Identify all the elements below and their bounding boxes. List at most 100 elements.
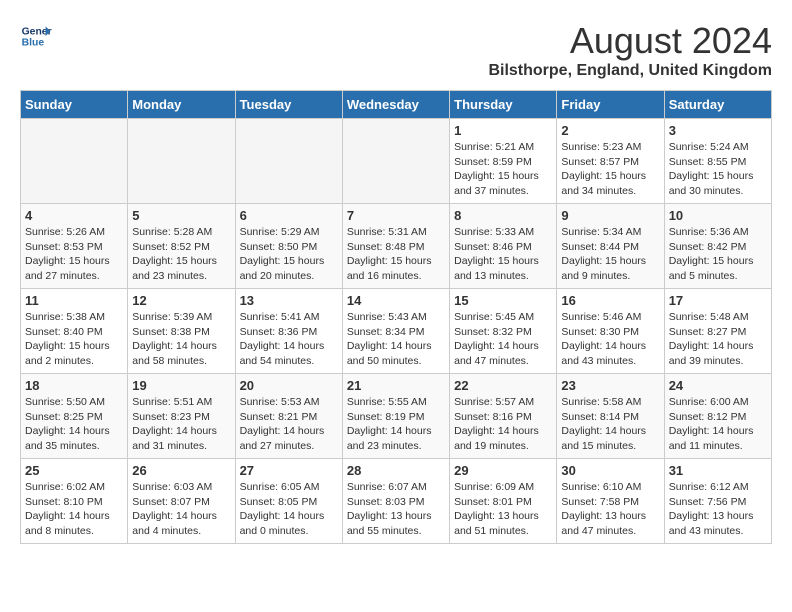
calendar-cell: 24 Sunrise: 6:00 AM Sunset: 8:12 PM Dayli… — [664, 374, 771, 459]
day-number: 14 — [347, 293, 445, 308]
calendar-cell: 10Sunrise: 5:36 AM Sunset: 8:42 PM Dayli… — [664, 204, 771, 289]
day-info: Sunrise: 6:12 AM Sunset: 7:56 PM Dayligh… — [669, 480, 767, 539]
calendar-week-row: 18Sunrise: 5:50 AM Sunset: 8:25 PM Dayli… — [21, 374, 772, 459]
calendar-cell: 25Sunrise: 6:02 AM Sunset: 8:10 PM Dayli… — [21, 459, 128, 544]
calendar-cell: 18Sunrise: 5:50 AM Sunset: 8:25 PM Dayli… — [21, 374, 128, 459]
day-number: 25 — [25, 463, 123, 478]
calendar-cell: 19Sunrise: 5:51 AM Sunset: 8:23 PM Dayli… — [128, 374, 235, 459]
month-title: August 2024 — [488, 20, 772, 62]
day-info: Sunrise: 5:31 AM Sunset: 8:48 PM Dayligh… — [347, 225, 445, 284]
day-number: 17 — [669, 293, 767, 308]
day-info: Sunrise: 6:05 AM Sunset: 8:05 PM Dayligh… — [240, 480, 338, 539]
weekday-header: Thursday — [450, 91, 557, 119]
calendar-cell: 2 Sunrise: 5:23 AM Sunset: 8:57 PM Daylig… — [557, 119, 664, 204]
calendar-week-row: 1 Sunrise: 5:21 AM Sunset: 8:59 PM Daylig… — [21, 119, 772, 204]
day-number: 2 — [561, 123, 659, 138]
day-info: Sunrise: 5:58 AM Sunset: 8:14 PM Dayligh… — [561, 395, 659, 454]
calendar-cell: 23 Sunrise: 5:58 AM Sunset: 8:14 PM Dayli… — [557, 374, 664, 459]
calendar-cell — [128, 119, 235, 204]
calendar-cell: 17 Sunrise: 5:48 AM Sunset: 8:27 PM Dayli… — [664, 289, 771, 374]
calendar-cell: 8Sunrise: 5:33 AM Sunset: 8:46 PM Daylig… — [450, 204, 557, 289]
page-header: General Blue August 2024 Bilsthorpe, Eng… — [20, 20, 772, 80]
day-info: Sunrise: 5:57 AM Sunset: 8:16 PM Dayligh… — [454, 395, 552, 454]
day-number: 31 — [669, 463, 767, 478]
day-number: 27 — [240, 463, 338, 478]
day-number: 13 — [240, 293, 338, 308]
calendar-cell: 4 Sunrise: 5:26 AM Sunset: 8:53 PM Daylig… — [21, 204, 128, 289]
day-number: 5 — [132, 208, 230, 223]
logo-icon: General Blue — [20, 20, 52, 52]
calendar-cell: 26Sunrise: 6:03 AM Sunset: 8:07 PM Dayli… — [128, 459, 235, 544]
weekday-header: Saturday — [664, 91, 771, 119]
day-number: 28 — [347, 463, 445, 478]
location: Bilsthorpe, England, United Kingdom — [488, 62, 772, 80]
weekday-header: Tuesday — [235, 91, 342, 119]
calendar-cell: 20Sunrise: 5:53 AM Sunset: 8:21 PM Dayli… — [235, 374, 342, 459]
day-info: Sunrise: 5:21 AM Sunset: 8:59 PM Dayligh… — [454, 140, 552, 199]
day-number: 1 — [454, 123, 552, 138]
calendar-cell — [235, 119, 342, 204]
day-info: Sunrise: 5:43 AM Sunset: 8:34 PM Dayligh… — [347, 310, 445, 369]
calendar-cell: 31 Sunrise: 6:12 AM Sunset: 7:56 PM Dayli… — [664, 459, 771, 544]
calendar-cell: 1 Sunrise: 5:21 AM Sunset: 8:59 PM Daylig… — [450, 119, 557, 204]
day-info: Sunrise: 5:38 AM Sunset: 8:40 PM Dayligh… — [25, 310, 123, 369]
day-info: Sunrise: 5:28 AM Sunset: 8:52 PM Dayligh… — [132, 225, 230, 284]
day-info: Sunrise: 5:55 AM Sunset: 8:19 PM Dayligh… — [347, 395, 445, 454]
calendar-cell: 5 Sunrise: 5:28 AM Sunset: 8:52 PM Daylig… — [128, 204, 235, 289]
day-number: 7 — [347, 208, 445, 223]
day-number: 11 — [25, 293, 123, 308]
day-number: 3 — [669, 123, 767, 138]
day-number: 4 — [25, 208, 123, 223]
day-info: Sunrise: 5:50 AM Sunset: 8:25 PM Dayligh… — [25, 395, 123, 454]
calendar-cell: 7 Sunrise: 5:31 AM Sunset: 8:48 PM Daylig… — [342, 204, 449, 289]
calendar-week-row: 4 Sunrise: 5:26 AM Sunset: 8:53 PM Daylig… — [21, 204, 772, 289]
calendar-cell: 29 Sunrise: 6:09 AM Sunset: 8:01 PM Dayli… — [450, 459, 557, 544]
calendar-cell: 13 Sunrise: 5:41 AM Sunset: 8:36 PM Dayli… — [235, 289, 342, 374]
day-info: Sunrise: 5:45 AM Sunset: 8:32 PM Dayligh… — [454, 310, 552, 369]
day-number: 15 — [454, 293, 552, 308]
calendar-cell: 22Sunrise: 5:57 AM Sunset: 8:16 PM Dayli… — [450, 374, 557, 459]
day-number: 6 — [240, 208, 338, 223]
day-number: 23 — [561, 378, 659, 393]
day-info: Sunrise: 5:24 AM Sunset: 8:55 PM Dayligh… — [669, 140, 767, 199]
day-info: Sunrise: 5:48 AM Sunset: 8:27 PM Dayligh… — [669, 310, 767, 369]
day-info: Sunrise: 6:10 AM Sunset: 7:58 PM Dayligh… — [561, 480, 659, 539]
calendar-cell: 3 Sunrise: 5:24 AM Sunset: 8:55 PM Daylig… — [664, 119, 771, 204]
weekday-header: Monday — [128, 91, 235, 119]
day-number: 16 — [561, 293, 659, 308]
day-info: Sunrise: 5:34 AM Sunset: 8:44 PM Dayligh… — [561, 225, 659, 284]
day-info: Sunrise: 5:36 AM Sunset: 8:42 PM Dayligh… — [669, 225, 767, 284]
calendar-cell — [21, 119, 128, 204]
calendar-cell: 12Sunrise: 5:39 AM Sunset: 8:38 PM Dayli… — [128, 289, 235, 374]
calendar-cell: 15 Sunrise: 5:45 AM Sunset: 8:32 PM Dayli… — [450, 289, 557, 374]
day-number: 29 — [454, 463, 552, 478]
svg-text:Blue: Blue — [22, 38, 45, 49]
weekday-header: Friday — [557, 91, 664, 119]
calendar-cell: 27 Sunrise: 6:05 AM Sunset: 8:05 PM Dayli… — [235, 459, 342, 544]
day-info: Sunrise: 5:41 AM Sunset: 8:36 PM Dayligh… — [240, 310, 338, 369]
day-number: 26 — [132, 463, 230, 478]
calendar-week-row: 25Sunrise: 6:02 AM Sunset: 8:10 PM Dayli… — [21, 459, 772, 544]
day-info: Sunrise: 5:26 AM Sunset: 8:53 PM Dayligh… — [25, 225, 123, 284]
day-info: Sunrise: 6:00 AM Sunset: 8:12 PM Dayligh… — [669, 395, 767, 454]
title-section: August 2024 Bilsthorpe, England, United … — [488, 20, 772, 80]
calendar-cell: 30Sunrise: 6:10 AM Sunset: 7:58 PM Dayli… — [557, 459, 664, 544]
day-number: 24 — [669, 378, 767, 393]
day-number: 19 — [132, 378, 230, 393]
calendar-cell: 21 Sunrise: 5:55 AM Sunset: 8:19 PM Dayli… — [342, 374, 449, 459]
day-number: 20 — [240, 378, 338, 393]
calendar-cell: 16Sunrise: 5:46 AM Sunset: 8:30 PM Dayli… — [557, 289, 664, 374]
day-number: 9 — [561, 208, 659, 223]
calendar-cell: 14 Sunrise: 5:43 AM Sunset: 8:34 PM Dayli… — [342, 289, 449, 374]
day-info: Sunrise: 5:29 AM Sunset: 8:50 PM Dayligh… — [240, 225, 338, 284]
day-info: Sunrise: 5:23 AM Sunset: 8:57 PM Dayligh… — [561, 140, 659, 199]
calendar-week-row: 11 Sunrise: 5:38 AM Sunset: 8:40 PM Dayli… — [21, 289, 772, 374]
calendar-cell: 28Sunrise: 6:07 AM Sunset: 8:03 PM Dayli… — [342, 459, 449, 544]
calendar-cell — [342, 119, 449, 204]
day-info: Sunrise: 5:33 AM Sunset: 8:46 PM Dayligh… — [454, 225, 552, 284]
weekday-header: Sunday — [21, 91, 128, 119]
day-number: 21 — [347, 378, 445, 393]
calendar-cell: 9 Sunrise: 5:34 AM Sunset: 8:44 PM Daylig… — [557, 204, 664, 289]
day-info: Sunrise: 6:09 AM Sunset: 8:01 PM Dayligh… — [454, 480, 552, 539]
day-number: 12 — [132, 293, 230, 308]
